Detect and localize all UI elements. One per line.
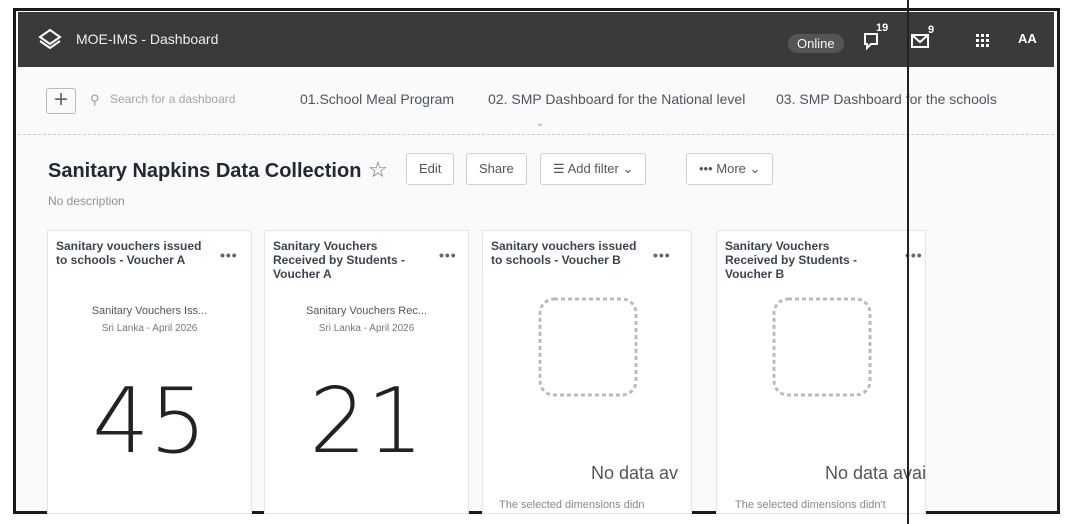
item-title: Sanitary vouchers issued to schools - Vo… <box>56 239 202 267</box>
online-status-badge: Online <box>788 34 844 53</box>
add-filter-button[interactable]: ☰ Add filter ⌄ <box>540 153 647 185</box>
search-icon: ⚲ <box>90 92 100 107</box>
add-filter-label: Add filter <box>567 161 619 176</box>
chevron-down-icon: ⌄ <box>622 161 634 176</box>
user-avatar[interactable]: AA <box>1018 31 1037 46</box>
single-value: 21 <box>309 369 424 474</box>
filter-icon: ☰ <box>553 161 565 176</box>
dashboard-title: Sanitary Napkins Data Collection <box>48 160 362 182</box>
more-label: More <box>716 161 746 176</box>
share-button[interactable]: Share <box>466 153 527 185</box>
tab-smp-schools[interactable]: 03. SMP Dashboard for the schools <box>776 91 997 107</box>
apps-grid-icon[interactable] <box>970 28 996 54</box>
no-data-title: No data av <box>591 463 679 483</box>
item-menu-icon[interactable]: ••• <box>220 247 238 263</box>
tab-school-meal-program[interactable]: 01.School Meal Program <box>300 91 454 107</box>
item-title: Sanitary Vouchers Received by Students -… <box>725 239 858 281</box>
add-dashboard-button[interactable]: + <box>46 88 76 114</box>
star-icon[interactable]: ☆ <box>368 157 388 183</box>
dashboard-item: Sanitary vouchers issued to schools - Vo… <box>482 230 692 514</box>
app-title: MOE-IMS - Dashboard <box>76 31 219 47</box>
item-menu-icon[interactable]: ••• <box>653 247 671 263</box>
no-data-description: The selected dimensions didn <box>499 499 645 511</box>
dashboard-item: Sanitary Vouchers Received by Students -… <box>264 230 469 514</box>
chevron-down-icon: ⌄ <box>749 161 761 176</box>
messages-count-badge: 9 <box>928 24 935 36</box>
item-title: Sanitary vouchers issued to schools - Vo… <box>491 239 637 267</box>
dhis2-logo-icon[interactable] <box>38 27 62 51</box>
no-data-placeholder-icon <box>772 297 872 397</box>
item-subtitle: Sanitary Vouchers Rec... <box>305 305 428 317</box>
item-meta: Sri Lanka - April 2026 <box>318 323 415 334</box>
dashboard-search-input[interactable]: Search for a dashboard <box>110 92 235 106</box>
dashboard-item: Sanitary Vouchers Received by Students -… <box>716 230 926 514</box>
item-title: Sanitary Vouchers Received by Students -… <box>273 239 406 281</box>
item-meta: Sri Lanka - April 2026 <box>101 323 198 334</box>
edit-button-label: Edit <box>419 161 442 176</box>
no-data-placeholder-icon <box>538 297 638 397</box>
item-subtitle: Sanitary Vouchers Iss... <box>91 305 208 317</box>
expand-chevron-icon[interactable]: ⌄ <box>536 118 544 129</box>
divider-line <box>907 0 909 524</box>
dashboard-description: No description <box>48 194 125 208</box>
single-value: 45 <box>92 369 207 474</box>
no-data-title: No data avai <box>825 463 926 483</box>
header-bar: MOE-IMS - Dashboard Online 19 9 AA <box>18 12 1054 67</box>
share-button-label: Share <box>479 161 514 176</box>
ellipsis-icon: ••• <box>699 161 713 176</box>
dashboards-bar: + ⚲ Search for a dashboard 01.School Mea… <box>18 70 1054 135</box>
interpretations-count-badge: 19 <box>876 22 889 34</box>
more-button[interactable]: ••• More ⌄ <box>686 153 774 185</box>
dashboard-item: Sanitary vouchers issued to schools - Vo… <box>47 230 252 514</box>
item-menu-icon[interactable]: ••• <box>439 247 457 263</box>
edit-button[interactable]: Edit <box>406 153 455 185</box>
no-data-description: The selected dimensions didn't <box>735 499 886 511</box>
tab-smp-national[interactable]: 02. SMP Dashboard for the National level <box>488 91 745 107</box>
